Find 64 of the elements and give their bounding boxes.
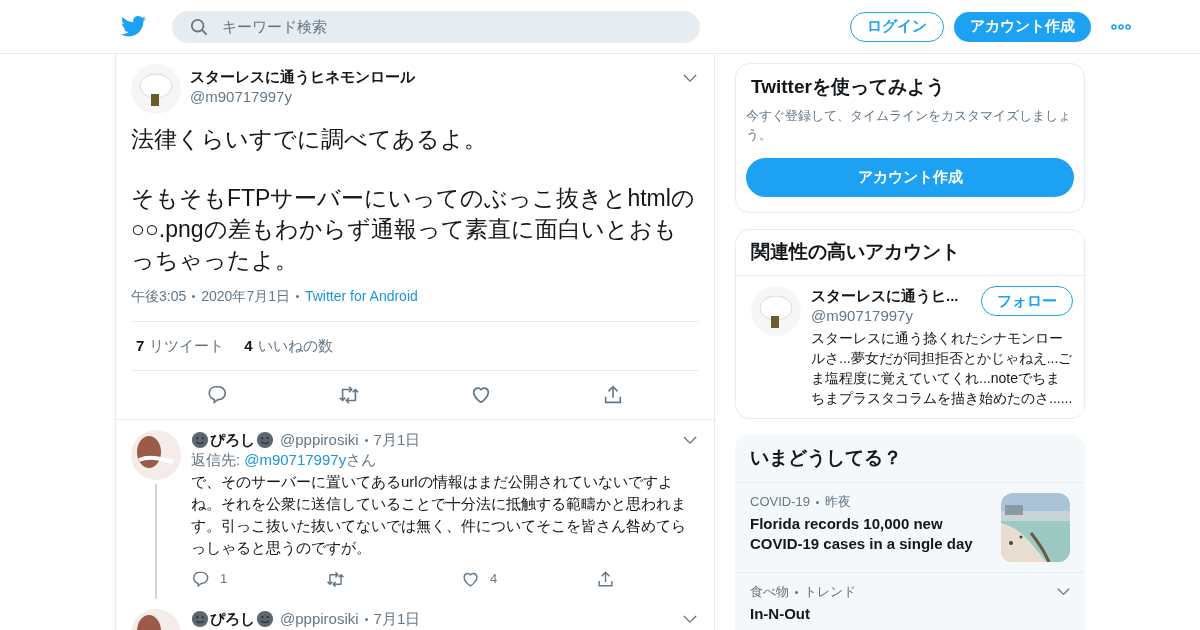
- trend-time: 昨夜: [824, 493, 851, 511]
- stat-count: 7: [136, 335, 145, 356]
- reply-icon[interactable]: [206, 384, 228, 406]
- heart-icon[interactable]: [470, 384, 492, 406]
- trend-category: COVID-19: [750, 493, 810, 511]
- stat-link[interactable]: 7 リツイート: [136, 334, 225, 358]
- card-subtitle: 今すぐ登録して、タイムラインをカスタマイズしましょう。: [746, 107, 1072, 144]
- bird-logo-icon[interactable]: [121, 16, 146, 37]
- card-title: いまどうしてる？: [735, 435, 1085, 483]
- reply-to-label: 返信先:: [191, 450, 241, 470]
- account-name[interactable]: スターレスに通うヒ...: [811, 286, 959, 306]
- trend-headline: Florida records 10,000 new COVID-19 cases in a single day: [750, 514, 974, 554]
- trend-item[interactable]: 食べ物 トレンド In-N-Out: [735, 573, 1085, 630]
- smiley-icon: [191, 431, 209, 449]
- user-handle[interactable]: @pppirosiki: [280, 430, 359, 450]
- tweet-text: そもそもFTPサーバーにいってのぶっこ抜きとhtmlの○○.pngの差もわからず通報って素直に面白いとおもっちゃったよ。: [131, 184, 696, 275]
- user-name[interactable]: ぴろし: [210, 430, 255, 450]
- share-icon[interactable]: [596, 569, 615, 589]
- reply-text: で、そのサーバーに置いてあるurlの情報はまだ公開されていないですよね。それを公衆に送信していることで十分法に抵触する範疇かと思われます。引っこ抜いた抜いてないでは無く、件についてそこを皆さん咎めてらっしゃると思うのですが。: [191, 472, 686, 558]
- like-count: 4: [490, 570, 498, 589]
- reply-to-suffix: さん: [346, 450, 377, 470]
- author-handle[interactable]: @m90717997y: [190, 87, 674, 107]
- account-bio: スターレスに通う捻くれたシナモンロールさ...夢女だが同担拒否とかじゃねえ...ごま塩程度に覚えていてくれ...noteでちまちまプラスタコラムを描き始めたのさ......: [811, 329, 1073, 408]
- tweet-text: 法律くらいすでに調べてあるよ。: [131, 125, 488, 154]
- user-handle[interactable]: @pppirosiki: [280, 609, 359, 629]
- tweet-date: 2020年7月1日: [201, 286, 290, 306]
- source-link[interactable]: Twitter for Android: [304, 285, 418, 307]
- reply-icon[interactable]: [191, 569, 210, 589]
- retweet-icon[interactable]: [338, 384, 360, 406]
- stat-label: いいねの数: [257, 335, 333, 356]
- trend-item[interactable]: COVID-19 昨夜 Florida records 10,000 new COVID-19 cases in a single day: [735, 483, 1085, 573]
- search-icon: [190, 17, 208, 36]
- stat-count: 4: [244, 335, 253, 356]
- stat-link[interactable]: 4 いいねの数: [244, 334, 333, 358]
- reply-date[interactable]: 7月1日: [373, 609, 421, 629]
- smiley-icon: [191, 610, 209, 628]
- avatar[interactable]: [131, 64, 181, 114]
- more-icon[interactable]: [1111, 23, 1131, 30]
- smiley-icon: [256, 431, 274, 449]
- trend-time: トレンド: [804, 583, 856, 601]
- signup-button[interactable]: アカウント作成: [746, 158, 1074, 197]
- search-field[interactable]: キーワード検索: [172, 10, 700, 43]
- share-icon[interactable]: [602, 384, 624, 406]
- avatar[interactable]: [131, 430, 181, 480]
- chevron-icon[interactable]: [683, 74, 697, 83]
- card-title: 関連性の高いアカウント: [736, 230, 1084, 276]
- avatar[interactable]: [751, 286, 801, 336]
- trend-category: 食べ物: [750, 583, 789, 601]
- author-name[interactable]: スターレスに通うヒネモンロール: [190, 67, 674, 87]
- reply-count: 1: [220, 570, 228, 589]
- mention-link[interactable]: @m90717997y: [244, 450, 347, 470]
- smiley-icon: [256, 610, 274, 628]
- tweet-time: 午後3:05: [131, 286, 187, 306]
- retweet-icon[interactable]: [326, 569, 345, 589]
- trend-headline: In-N-Out: [750, 604, 811, 624]
- chevron-icon[interactable]: [683, 614, 697, 624]
- user-name[interactable]: ぴろし: [210, 609, 255, 629]
- card-title: Twitterを使ってみよう: [750, 75, 946, 99]
- chevron-icon[interactable]: [1057, 588, 1070, 596]
- reply-date[interactable]: 7月1日: [373, 430, 421, 450]
- account-handle[interactable]: @m90717997y: [811, 306, 959, 326]
- chevron-icon[interactable]: [683, 435, 697, 445]
- signup-button[interactable]: アカウント作成: [954, 11, 1091, 42]
- stat-label: リツイート: [149, 335, 225, 356]
